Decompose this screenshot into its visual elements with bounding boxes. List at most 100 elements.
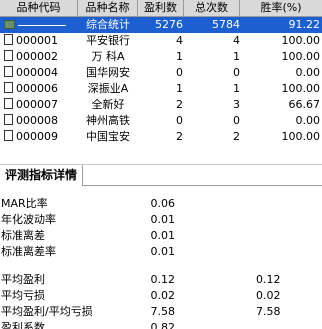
document-icon [4, 98, 13, 109]
stat-value-secondary: 0.02 [256, 289, 281, 302]
stat-label: 年化波动率 [1, 213, 56, 226]
cell-profit: 5276 [155, 18, 183, 31]
cell-profit: 2 [176, 130, 183, 143]
stat-label: 平均亏损 [1, 289, 45, 302]
stat-row: 平均盈利 0.12 0.12 [0, 272, 322, 288]
stat-label: 平均盈利/平均亏损 [1, 305, 93, 318]
stat-row: 年化波动率 0.01 [0, 212, 322, 228]
column-header-winrate[interactable]: 胜率(%) [240, 0, 322, 17]
table-row[interactable]: 000004 国华网安 0 0 0.00 [0, 65, 322, 81]
stat-label: MAR比率 [1, 197, 48, 210]
stat-value: 0.01 [150, 229, 176, 242]
stat-value: 7.58 [150, 305, 176, 318]
table-row[interactable]: 000007 全新好 2 3 66.67 [0, 97, 322, 113]
table-row[interactable]: 000001 平安银行 4 4 100.00 [0, 33, 322, 49]
cell-name: 平安银行 [86, 34, 130, 47]
cell-name: 中国宝安 [86, 130, 130, 143]
cell-code [4, 17, 78, 33]
cell-name: 全新好 [91, 98, 125, 111]
cell-total: 4 [233, 34, 240, 47]
stat-row: MAR比率 0.06 [0, 196, 322, 212]
code-text: 000002 [16, 50, 58, 63]
cell-profit: 2 [176, 98, 183, 111]
stat-value: 0.01 [150, 213, 176, 226]
cell-code: 000008 [4, 113, 78, 129]
stat-label: 盈利系数 [1, 321, 45, 329]
stat-row: 平均亏损 0.02 0.02 [0, 288, 322, 304]
tab-label: 评测指标详情 [5, 168, 78, 182]
cell-winrate: 100.00 [281, 130, 321, 143]
stat-label: 标准离差 [1, 229, 45, 242]
code-text: 000004 [16, 66, 58, 79]
folder-icon [4, 20, 15, 29]
cell-winrate: 100.00 [281, 50, 321, 63]
stat-row: 盈利系数 0.82 [0, 320, 322, 329]
cell-winrate: 100.00 [281, 82, 321, 95]
tab-evaluation-details[interactable]: 评测指标详情 [0, 165, 84, 186]
cell-name: 神州高铁 [86, 114, 130, 127]
document-icon [4, 114, 13, 125]
cell-name: 深振业A [87, 82, 129, 95]
table-row[interactable]: 000006 深振业A 1 1 100.00 [0, 81, 322, 97]
column-header-code[interactable]: 品种代码 [0, 0, 78, 17]
code-text: 000009 [16, 130, 58, 143]
cell-name: 综合统计 [86, 18, 130, 31]
column-header-profit[interactable]: 盈利数 [138, 0, 184, 17]
cell-code: 000009 [4, 129, 78, 145]
cell-code: 000002 [4, 49, 78, 65]
cell-profit: 0 [176, 66, 183, 79]
cell-name: 国华网安 [86, 66, 130, 79]
cell-profit: 1 [176, 50, 183, 63]
cell-profit: 4 [176, 34, 183, 47]
stat-label: 标准离差率 [1, 245, 56, 258]
stat-value: 0.02 [150, 289, 176, 302]
cell-code: 000004 [4, 65, 78, 81]
placeholder-line [18, 24, 66, 26]
cell-winrate: 0.00 [295, 66, 321, 79]
table-row[interactable]: 000008 神州高铁 0 0 0.00 [0, 113, 322, 129]
stat-value: 0.06 [150, 197, 176, 210]
code-text: 000007 [16, 98, 58, 111]
cell-total: 1 [233, 50, 240, 63]
column-header-total[interactable]: 总次数 [184, 0, 240, 17]
table-row[interactable]: 000009 中国宝安 2 2 100.00 [0, 129, 322, 145]
cell-total: 0 [233, 114, 240, 127]
table-row[interactable]: 000002 万 科A 1 1 100.00 [0, 49, 322, 65]
cell-total: 1 [233, 82, 240, 95]
cell-winrate: 0.00 [295, 114, 321, 127]
code-text: 000006 [16, 82, 58, 95]
column-header-name[interactable]: 品种名称 [78, 0, 138, 17]
document-icon [4, 130, 13, 141]
cell-total: 3 [233, 98, 240, 111]
cell-total: 2 [233, 130, 240, 143]
cell-winrate: 66.67 [288, 98, 321, 111]
stat-row: 标准离差率 0.01 [0, 244, 322, 260]
cell-name: 万 科A [91, 50, 125, 63]
table-header: 品种代码 品种名称 盈利数 总次数 胜率(%) [0, 0, 322, 17]
stat-row: 平均盈利/平均亏损 7.58 7.58 [0, 304, 322, 320]
document-icon [4, 50, 13, 61]
stat-value-secondary: 0.12 [256, 273, 281, 286]
code-text: 000008 [16, 114, 58, 127]
stat-value: 0.01 [150, 245, 176, 258]
cell-total: 0 [233, 66, 240, 79]
code-text: 000001 [16, 34, 58, 47]
stat-value-secondary: 7.58 [256, 305, 281, 318]
stat-value: 0.82 [150, 321, 176, 329]
tab-bar: 评测指标详情 [0, 164, 322, 186]
stat-label: 平均盈利 [1, 273, 45, 286]
cell-code: 000007 [4, 97, 78, 113]
document-icon [4, 34, 13, 45]
cell-total: 5784 [212, 18, 240, 31]
document-icon [4, 82, 13, 93]
stat-value: 0.12 [150, 273, 176, 286]
table-row[interactable]: 综合统计 5276 5784 91.22 [0, 17, 322, 33]
cell-code: 000001 [4, 33, 78, 49]
cell-winrate: 91.22 [288, 18, 321, 31]
stat-row: 标准离差 0.01 [0, 228, 322, 244]
cell-profit: 0 [176, 114, 183, 127]
cell-code: 000006 [4, 81, 78, 97]
document-icon [4, 66, 13, 77]
cell-winrate: 100.00 [281, 34, 321, 47]
cell-profit: 1 [176, 82, 183, 95]
